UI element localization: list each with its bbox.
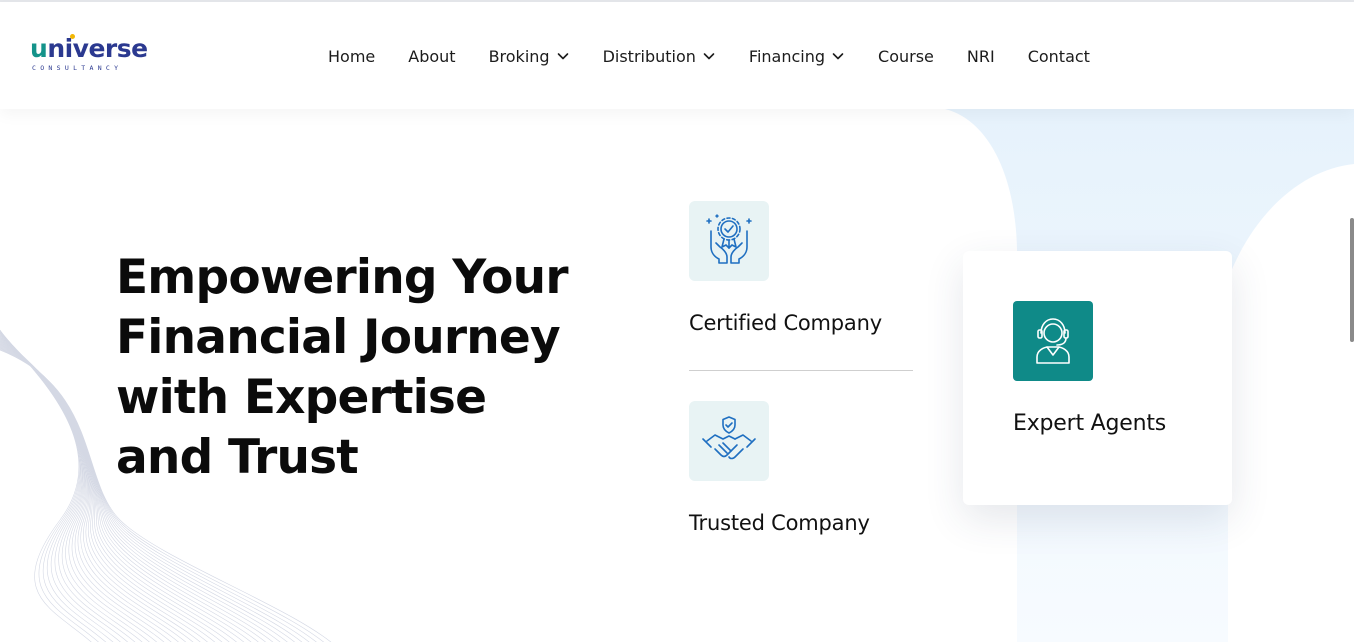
page-scrollbar[interactable] [1350,218,1354,342]
certified-icon-box [689,201,769,281]
wave-line [0,331,114,642]
chevron-down-icon [557,53,568,60]
trusted-icon-box [689,401,769,481]
hero-title-line: Empowering Your [116,250,569,305]
nav-distribution[interactable]: Distribution [603,47,716,66]
brand-logo[interactable]: universe CONSULTANCY [30,34,160,76]
trusted-company-label: Trusted Company [689,511,870,535]
chevron-down-icon [703,53,715,60]
nav-nri[interactable]: NRI [967,47,995,66]
nav-home[interactable]: Home [328,47,375,66]
hero-title-line: with Expertise [116,370,487,425]
hero-title: Empowering Your Financial Journey with E… [116,248,586,488]
wave-line [0,332,121,642]
support-agent-icon [1036,318,1070,364]
logo-dot [70,34,75,39]
nav-broking[interactable]: Broking [489,47,570,66]
logo-wordmark: universe [30,34,148,63]
handshake-shield-icon [702,416,756,460]
site-header: universe CONSULTANCY Home About Broking … [0,2,1354,109]
agent-icon-box [1013,301,1093,381]
feature-divider [689,370,913,371]
nav-course[interactable]: Course [878,47,934,66]
expert-agents-card[interactable]: Expert Agents [963,251,1232,505]
main-nav: Home About Broking Distribution Financin… [328,44,1090,68]
nav-financing[interactable]: Financing [749,47,845,66]
chevron-down-icon [832,53,844,60]
expert-agents-label: Expert Agents [1013,411,1167,436]
logo-tagline: CONSULTANCY [32,64,123,72]
nav-contact[interactable]: Contact [1028,47,1090,66]
certified-company-label: Certified Company [689,311,882,335]
certificate-hands-icon [706,214,752,264]
hero-title-line: and Trust [116,430,359,485]
hero-title-line: Financial Journey [116,310,561,365]
nav-about[interactable]: About [408,47,455,66]
